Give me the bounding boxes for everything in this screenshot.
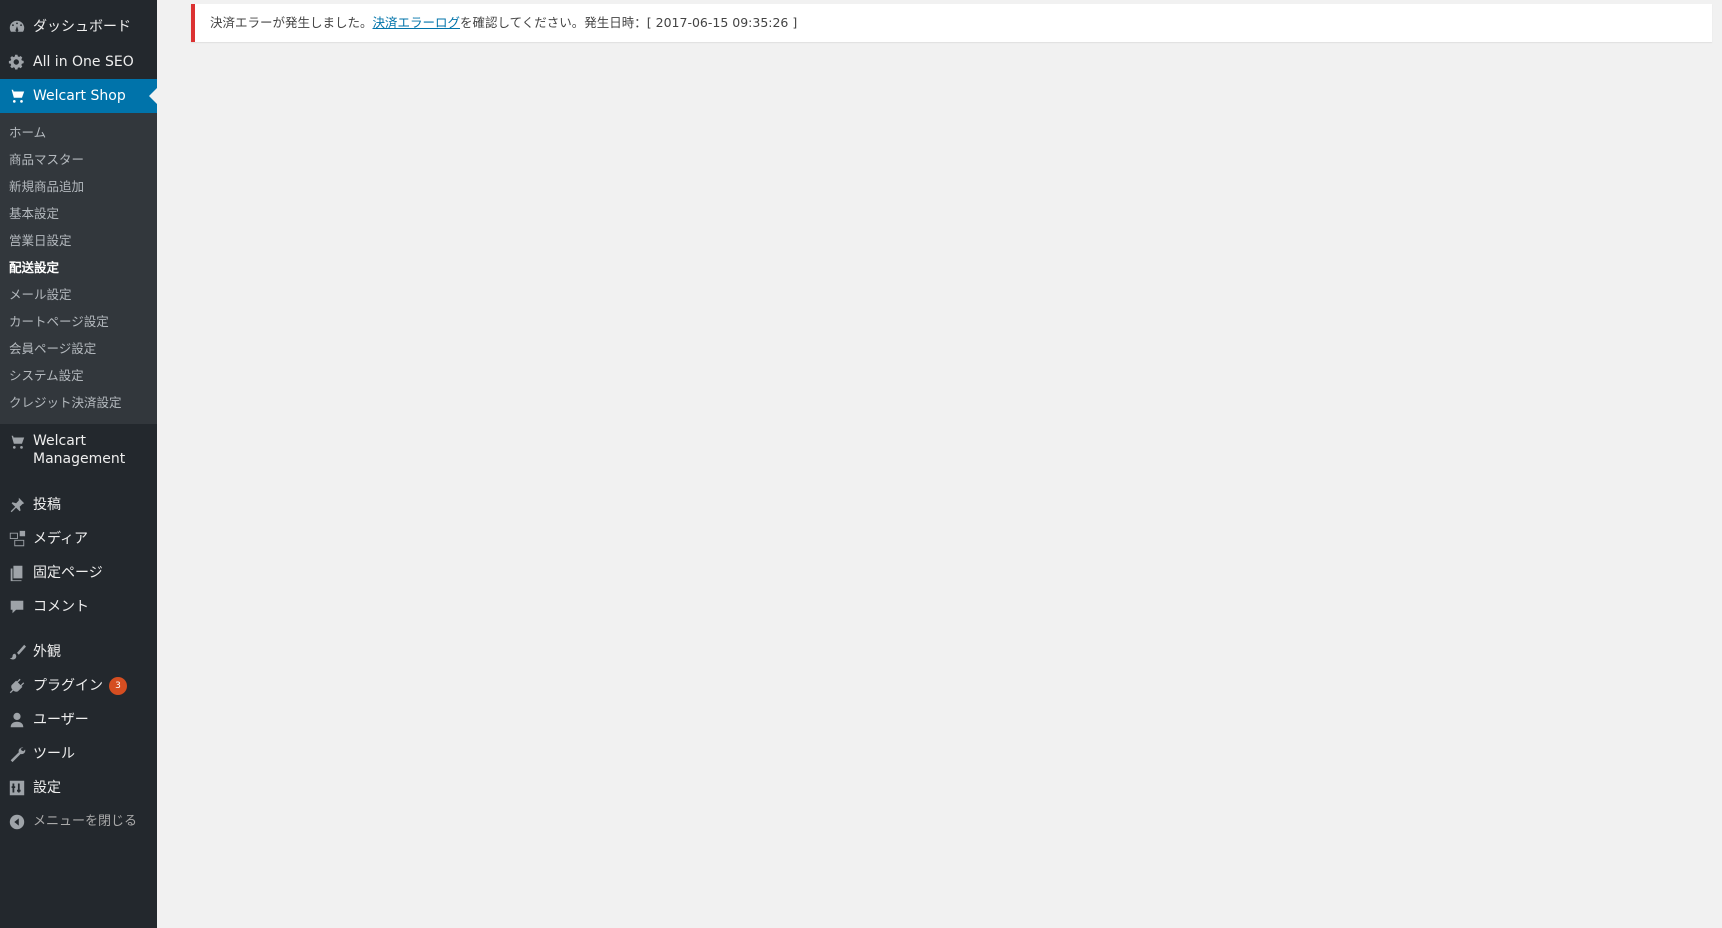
submenu-credit-payment-settings[interactable]: クレジット決済設定 — [9, 392, 122, 414]
submenu-cart-page-settings[interactable]: カートページ設定 — [9, 311, 109, 333]
menu-label: Welcart Shop — [33, 88, 126, 104]
menu-pages[interactable]: 固定ページ — [0, 556, 157, 590]
submenu-business-day-settings[interactable]: 営業日設定 — [9, 230, 72, 252]
menu-appearance[interactable]: 外観 — [0, 635, 157, 669]
menu-users[interactable]: ユーザー — [0, 703, 157, 737]
submenu-member-page-settings[interactable]: 会員ページ設定 — [9, 338, 96, 360]
menu-label: プラグイン 3 — [33, 677, 127, 695]
plugin-icon — [0, 669, 33, 703]
welcart-shop-submenu: ホーム 商品マスター 新規商品追加 基本設定 営業日設定 配送設定 メール設定 … — [0, 113, 157, 424]
menu-all-in-one-seo[interactable]: All in One SEO — [0, 45, 157, 79]
cart-icon — [0, 432, 33, 452]
media-icon — [0, 522, 33, 556]
update-count-badge: 3 — [109, 677, 127, 695]
menu-dashboard[interactable]: ダッシュボード — [0, 10, 157, 44]
menu-label: メニューを閉じる — [33, 814, 138, 829]
brush-icon — [0, 635, 33, 669]
submenu-new-item[interactable]: 新規商品追加 — [9, 176, 84, 198]
menu-label-line1: Welcart — [33, 433, 87, 449]
admin-sidebar: ダッシュボード All in One SEO Welcart Shop ホーム … — [0, 0, 157, 928]
dashboard-icon — [0, 10, 33, 44]
notice-text-after: を確認してください。発生日時：[ 2017-06-15 09:35:26 ] — [460, 15, 798, 30]
comment-icon — [0, 590, 33, 624]
menu-plugins[interactable]: プラグイン 3 — [0, 669, 157, 703]
settings-icon — [0, 771, 33, 805]
menu-welcart-shop[interactable]: Welcart Shop — [0, 79, 157, 113]
menu-label: 投稿 — [33, 497, 61, 513]
payment-error-notice: 決済エラーが発生しました。決済エラーログを確認してください。発生日時：[ 201… — [191, 4, 1712, 42]
menu-tools[interactable]: ツール — [0, 737, 157, 771]
menu-label: ツール — [33, 746, 75, 762]
menu-label: 外観 — [33, 644, 61, 660]
submenu-mail-settings[interactable]: メール設定 — [9, 284, 72, 306]
collapse-menu-button[interactable]: メニューを閉じる — [0, 805, 157, 839]
collapse-icon — [0, 805, 33, 839]
error-log-link[interactable]: 決済エラーログ — [373, 15, 461, 30]
submenu-shipping-settings[interactable]: 配送設定 — [9, 257, 59, 279]
menu-label: All in One SEO — [33, 54, 134, 70]
menu-label-line2: Management — [33, 451, 126, 467]
submenu-item-master[interactable]: 商品マスター — [9, 149, 84, 171]
gear-icon — [0, 45, 33, 79]
menu-label: コメント — [33, 599, 89, 615]
user-icon — [0, 703, 33, 737]
menu-posts[interactable]: 投稿 — [0, 488, 157, 522]
menu-label: ダッシュボード — [33, 19, 131, 35]
pin-icon — [0, 488, 33, 522]
submenu-home[interactable]: ホーム — [9, 122, 46, 144]
menu-settings[interactable]: 設定 — [0, 771, 157, 805]
menu-label: 固定ページ — [33, 565, 103, 581]
cart-icon — [0, 79, 33, 113]
submenu-system-settings[interactable]: システム設定 — [9, 365, 84, 387]
menu-welcart-management[interactable]: Welcart Management — [0, 432, 157, 472]
pages-icon — [0, 556, 33, 590]
submenu-basic-settings[interactable]: 基本設定 — [9, 203, 59, 225]
wrench-icon — [0, 737, 33, 771]
menu-label: メディア — [33, 531, 89, 547]
menu-label: ユーザー — [33, 712, 89, 728]
current-arrow — [149, 88, 157, 104]
menu-label: 設定 — [33, 780, 61, 796]
menu-media[interactable]: メディア — [0, 522, 157, 556]
plugins-label: プラグイン — [33, 678, 103, 694]
notice-text-before: 決済エラーが発生しました。 — [210, 15, 373, 30]
menu-comments[interactable]: コメント — [0, 590, 157, 624]
